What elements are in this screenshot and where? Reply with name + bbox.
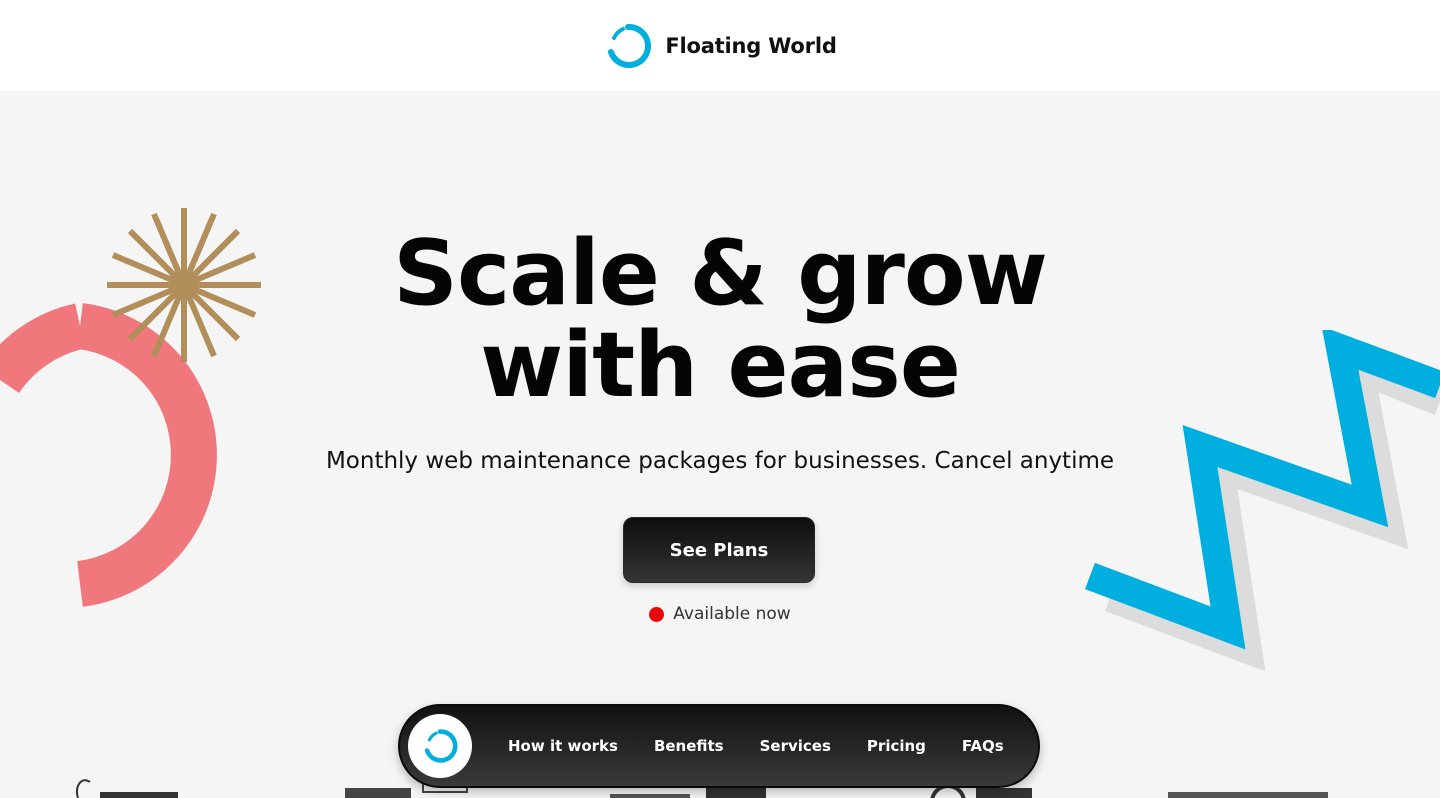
floating-navbar: How it works Benefits Services Pricing F… [398,704,1040,788]
client-logo-icon [1168,792,1328,798]
navbar-links: How it works Benefits Services Pricing F… [508,737,1004,755]
nav-faqs[interactable]: FAQs [962,737,1004,755]
hero-title-line-1: Scale & grow [393,221,1048,326]
hero-title-line-2: with ease [480,313,961,418]
nav-pricing[interactable]: Pricing [867,737,926,755]
blue-ring-logo-icon [424,729,458,763]
availability-text: Available now [673,604,791,624]
see-plans-button[interactable]: See Plans [623,517,815,583]
brand-name[interactable]: Floating World [665,34,837,58]
hero-subtitle: Monthly web maintenance packages for bus… [325,448,1115,474]
nav-benefits[interactable]: Benefits [654,737,724,755]
client-logo-icon [76,779,178,798]
status-dot-icon [649,606,665,622]
top-header: Floating World [0,0,1440,91]
navbar-home-button[interactable] [408,714,472,778]
nav-how-it-works[interactable]: How it works [508,737,618,755]
availability-status: Available now [0,604,1440,624]
nav-services[interactable]: Services [760,737,831,755]
brand-logo-icon[interactable] [603,21,653,71]
hero-title: Scale & grow with ease [0,228,1440,412]
